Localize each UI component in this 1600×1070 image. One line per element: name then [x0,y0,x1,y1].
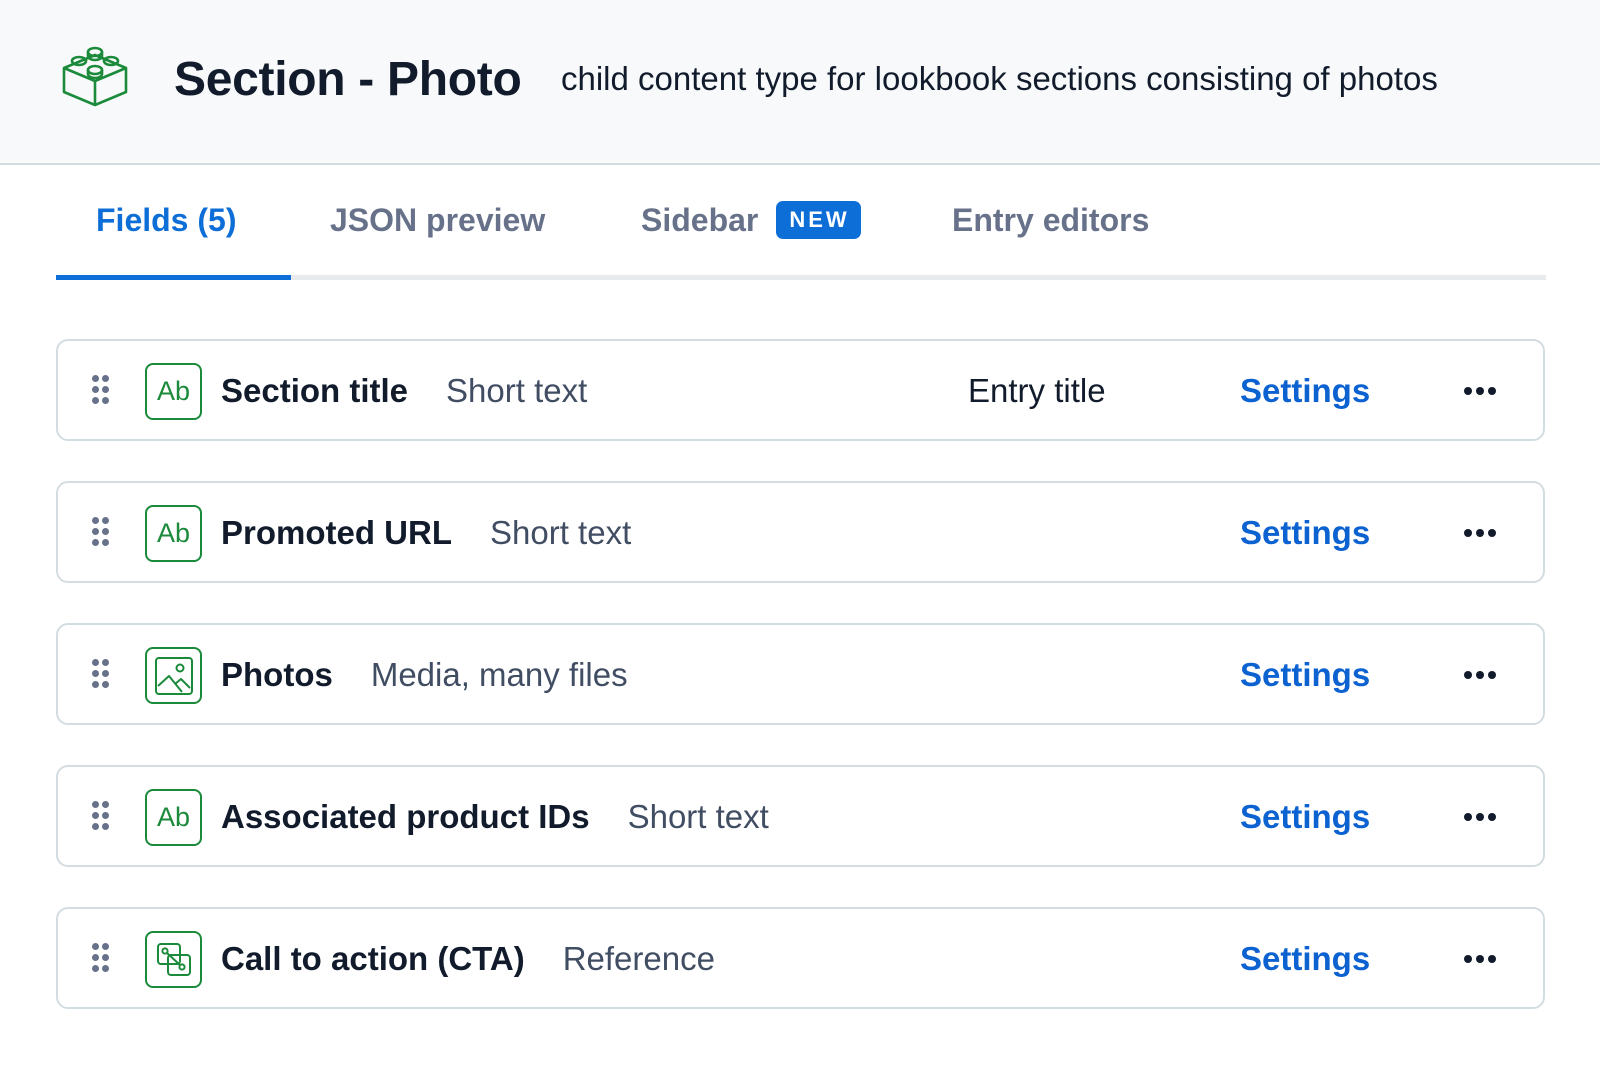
settings-link[interactable]: Settings [1240,513,1370,553]
field-name: Photos [221,656,333,693]
settings-link[interactable]: Settings [1240,939,1370,979]
drag-handle-icon[interactable] [92,517,110,547]
field-type: Reference [562,940,715,977]
tab-sidebar[interactable]: Sidebar NEW [641,198,861,242]
field-name: Section title [221,372,409,409]
drag-handle-icon[interactable] [92,943,110,973]
drag-handle-icon[interactable] [92,801,110,831]
tab-sidebar-label: Sidebar [641,202,759,238]
tab-fields[interactable]: Fields (5) [96,198,236,242]
settings-link[interactable]: Settings [1240,655,1370,695]
field-type: Short text [627,798,769,835]
settings-link[interactable]: Settings [1240,797,1370,837]
more-actions-icon[interactable] [1464,665,1500,685]
tab-bar: Fields (5) JSON preview Sidebar NEW Entry… [56,188,1546,280]
field-name: Associated product IDs [221,798,590,835]
field-name: Promoted URL [221,514,452,551]
entry-title-label: Entry title [968,372,1106,409]
content-type-description: child content type for lookbook sections… [561,60,1438,97]
more-actions-icon[interactable] [1464,381,1500,401]
more-actions-icon[interactable] [1464,949,1500,969]
short-text-icon: Ab [145,789,202,846]
media-icon [145,647,202,704]
short-text-icon: Ab [145,505,202,562]
reference-icon [145,931,202,988]
content-type-header: Section - Photo child content type for l… [0,0,1600,165]
field-row[interactable]: Ab Promoted URL Short text Settings [56,481,1545,583]
field-row[interactable]: Photos Media, many files Settings [56,623,1545,725]
field-type: Short text [446,372,588,409]
field-name: Call to action (CTA) [221,940,525,977]
field-type: Media, many files [370,656,628,693]
short-text-icon: Ab [145,363,202,420]
tab-json-preview[interactable]: JSON preview [330,198,545,242]
field-row[interactable]: Ab Associated product IDs Short text Sett… [56,765,1545,867]
drag-handle-icon[interactable] [92,659,110,689]
field-row[interactable]: Call to action (CTA) Reference Settings [56,907,1545,1009]
page-title: Section - Photo [174,53,522,106]
more-actions-icon[interactable] [1464,807,1500,827]
tab-entry-editors[interactable]: Entry editors [952,198,1149,242]
active-tab-indicator [56,275,291,280]
content-type-block-icon [62,46,128,107]
new-badge: NEW [776,201,861,239]
field-row[interactable]: Ab Section title Short text Entry title S… [56,339,1545,441]
drag-handle-icon[interactable] [92,375,110,405]
field-type: Short text [490,514,632,551]
more-actions-icon[interactable] [1464,523,1500,543]
settings-link[interactable]: Settings [1240,371,1370,411]
